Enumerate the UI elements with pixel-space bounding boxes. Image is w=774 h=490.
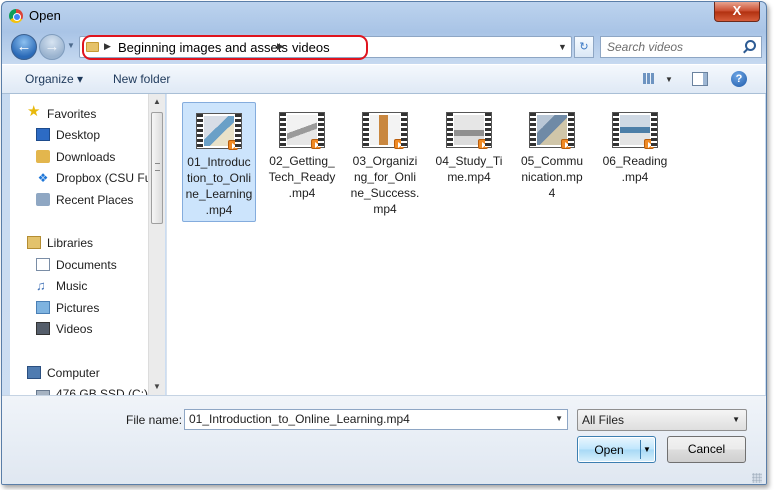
command-toolbar: Organize ▾ New folder ▼ ? xyxy=(2,64,766,94)
nav-item-label: Downloads xyxy=(56,150,116,164)
play-badge-icon xyxy=(644,139,654,149)
file-name-combobox[interactable]: ▼ xyxy=(184,409,568,430)
forward-button[interactable]: → xyxy=(39,34,65,60)
address-row: ← → ▼ ▶ Beginning images and assets ▶ vi… xyxy=(2,32,766,62)
documents-icon xyxy=(36,258,50,271)
file-name-input[interactable] xyxy=(189,412,544,426)
file-name-label: File name: xyxy=(126,413,183,427)
open-button-label: Open xyxy=(594,443,624,457)
scroll-thumb[interactable] xyxy=(151,112,163,224)
nav-item-label: Documents xyxy=(56,258,117,272)
file-name-text: 01_Introduc tion_to_Onli ne_Learning .mp4 xyxy=(185,155,253,217)
search-input[interactable] xyxy=(607,40,737,54)
file-name-text: 04_Study_Ti me.mp4 xyxy=(435,154,503,184)
star-icon: ★ xyxy=(27,103,41,120)
file-list-view[interactable]: 01_Introduc tion_to_Onli ne_Learning .mp4 02… xyxy=(166,94,765,395)
arrow-right-icon: → xyxy=(44,38,60,55)
nav-item-label: Dropbox (CSU Fu xyxy=(56,171,152,185)
file-name-text: 06_Reading .mp4 xyxy=(602,154,668,184)
nav-item-label: Pictures xyxy=(56,301,100,315)
file-type-value: All Files xyxy=(582,413,625,427)
address-dropdown-icon[interactable]: ▼ xyxy=(557,42,568,53)
libraries-icon xyxy=(27,236,41,249)
nav-item-label: Libraries xyxy=(47,236,94,250)
file-type-select[interactable]: All Files ▼ xyxy=(577,409,747,431)
view-dropdown-icon[interactable]: ▼ xyxy=(665,75,673,84)
chrome-app-icon xyxy=(9,9,23,23)
nav-item-label: Videos xyxy=(56,322,93,336)
videos-icon xyxy=(36,322,50,335)
file-type-dropdown-icon: ▼ xyxy=(732,415,740,424)
cancel-button[interactable]: Cancel xyxy=(667,436,746,463)
annotation-highlight-ring xyxy=(82,35,368,60)
open-dialog: Open X ← → ▼ ▶ Beginning images and asse… xyxy=(1,1,767,485)
organize-button[interactable]: Organize ▾ xyxy=(25,72,83,86)
pictures-icon xyxy=(36,301,50,314)
resize-grip-icon[interactable] xyxy=(752,473,762,483)
refresh-icon: ↻ xyxy=(579,41,589,53)
change-view-icon[interactable] xyxy=(643,73,655,84)
arrow-left-icon: ← xyxy=(16,38,32,55)
new-folder-button[interactable]: New folder xyxy=(113,72,170,86)
dropbox-icon: ❖ xyxy=(37,171,49,185)
play-badge-icon xyxy=(478,139,488,149)
file-name-text: 05_Commu nication.mp 4 xyxy=(520,154,584,200)
play-badge-icon xyxy=(394,139,404,149)
preview-pane-icon[interactable] xyxy=(692,72,708,86)
help-icon[interactable]: ? xyxy=(731,71,747,87)
file-name-text: 02_Getting_ Tech_Ready .mp4 xyxy=(268,154,336,200)
file-name-panel: File name: ▼ All Files ▼ Open ▼ Cancel xyxy=(2,395,766,484)
recent-places-icon xyxy=(36,193,50,206)
play-badge-icon xyxy=(311,139,321,149)
video-thumbnail-icon xyxy=(362,112,408,149)
title-bar[interactable]: Open X xyxy=(2,2,766,30)
nav-item-label: Favorites xyxy=(47,107,97,121)
computer-icon xyxy=(27,366,41,379)
navigation-scrollbar[interactable]: ▲ ▼ xyxy=(148,94,165,395)
nav-item-label: Music xyxy=(56,279,88,293)
open-split-divider xyxy=(640,440,641,459)
back-button[interactable]: ← xyxy=(11,34,37,60)
navigation-pane: ★ Favorites Desktop Downloads ❖ Dropbox (CSU … xyxy=(10,94,165,395)
video-thumbnail-icon xyxy=(529,112,575,149)
nav-item-label: Computer xyxy=(47,366,100,380)
file-item[interactable]: 01_Introduc tion_to_Onli ne_Learning .mp4 xyxy=(182,102,256,222)
music-icon: ♫ xyxy=(36,278,46,293)
nav-item-label: Recent Places xyxy=(56,193,134,207)
search-icon[interactable] xyxy=(745,40,756,51)
refresh-button[interactable]: ↻ xyxy=(574,36,594,58)
desktop-icon xyxy=(36,128,50,141)
file-name-dropdown-icon[interactable]: ▼ xyxy=(555,414,563,423)
close-button[interactable]: X xyxy=(714,2,760,22)
nav-item-label: 476 GB SSD (C:) xyxy=(56,387,149,395)
video-thumbnail-icon xyxy=(279,112,325,149)
open-options-dropdown-icon[interactable]: ▼ xyxy=(643,445,651,454)
file-item[interactable]: 03_Organizi ng_for_Onli ne_Success. mp4 xyxy=(348,102,422,220)
file-name-text: 03_Organizi ng_for_Onli ne_Success. mp4 xyxy=(350,154,420,216)
nav-item-label: Desktop xyxy=(56,128,101,142)
video-thumbnail-icon xyxy=(612,112,658,149)
search-box[interactable] xyxy=(600,36,762,58)
file-item[interactable]: 02_Getting_ Tech_Ready .mp4 xyxy=(265,102,339,204)
recent-locations-dropdown[interactable]: ▼ xyxy=(67,41,75,50)
downloads-icon xyxy=(36,150,50,163)
scroll-down-icon[interactable]: ▼ xyxy=(149,379,165,395)
video-thumbnail-icon xyxy=(196,113,242,150)
file-item[interactable]: 04_Study_Ti me.mp4 xyxy=(432,102,506,188)
open-button[interactable]: Open ▼ xyxy=(577,436,656,463)
play-badge-icon xyxy=(228,140,238,150)
play-badge-icon xyxy=(561,139,571,149)
video-thumbnail-icon xyxy=(446,112,492,149)
scroll-up-icon[interactable]: ▲ xyxy=(149,94,165,110)
window-title: Open xyxy=(29,8,61,23)
file-item[interactable]: 05_Commu nication.mp 4 xyxy=(515,102,589,204)
file-item[interactable]: 06_Reading .mp4 xyxy=(598,102,672,188)
